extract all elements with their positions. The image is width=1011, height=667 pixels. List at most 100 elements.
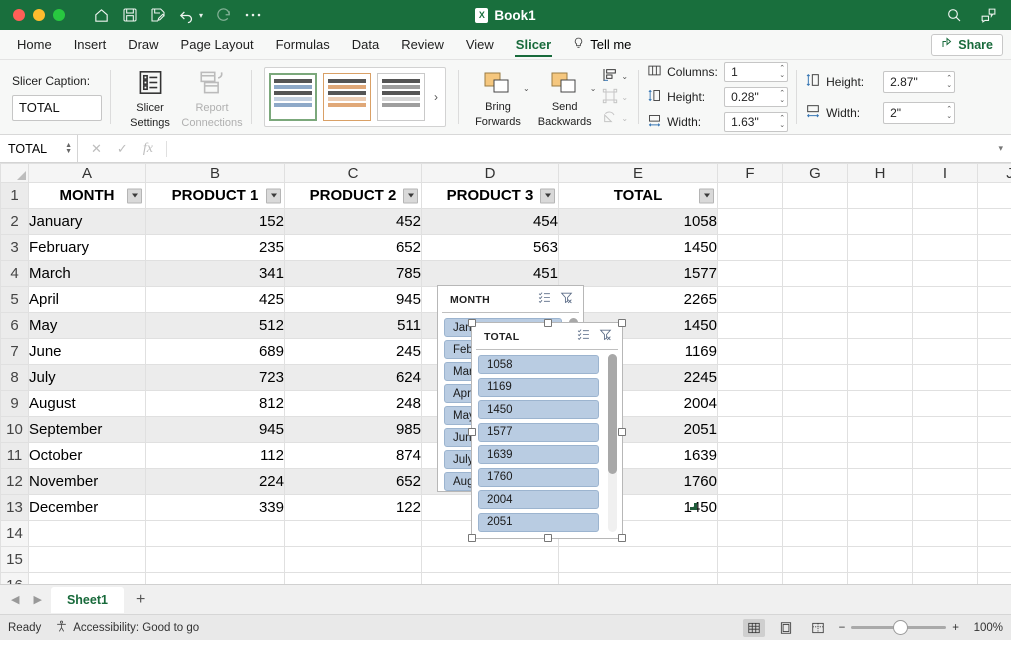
multi-select-icon[interactable] xyxy=(577,328,590,346)
columns-stepper-icon[interactable]: ⌃⌄ xyxy=(779,65,785,79)
enter-icon[interactable]: ✓ xyxy=(117,141,128,157)
cell-i6[interactable] xyxy=(913,313,978,339)
cell-i4[interactable] xyxy=(913,261,978,287)
cell-h5[interactable] xyxy=(848,287,913,313)
cell-f2[interactable] xyxy=(718,209,783,235)
row-header-16[interactable]: 16 xyxy=(1,573,29,585)
slicer-width-spinner[interactable]: 2" ⌃⌄ xyxy=(883,102,955,124)
cell-c15[interactable] xyxy=(285,547,422,573)
table-resize-handle[interactable] xyxy=(690,503,697,510)
table-row[interactable]: 3February2356525631450 xyxy=(1,235,1011,261)
cell-f13[interactable] xyxy=(718,495,783,521)
row-header-14[interactable]: 14 xyxy=(1,521,29,547)
cell-i11[interactable] xyxy=(913,443,978,469)
cell-g15[interactable] xyxy=(783,547,848,573)
column-header-a[interactable]: A xyxy=(29,164,146,183)
slicer-total[interactable]: TOTAL 1058 1169 1450 xyxy=(471,322,623,539)
cell-j4[interactable] xyxy=(978,261,1011,287)
send-backwards-dropdown-icon[interactable]: ⌄ xyxy=(590,84,597,93)
normal-view-icon[interactable] xyxy=(743,619,765,637)
cell-f3[interactable] xyxy=(718,235,783,261)
table-row[interactable]: 2January1524524541058 xyxy=(1,209,1011,235)
cell-c8[interactable]: 624 xyxy=(285,365,422,391)
cell-e2[interactable]: 1058 xyxy=(559,209,718,235)
page-break-preview-icon[interactable] xyxy=(807,619,829,637)
slicer-total-item-4[interactable]: 1639 xyxy=(478,445,599,464)
align-dropdown-icon[interactable]: ⌄ xyxy=(621,72,628,81)
cell-g9[interactable] xyxy=(783,391,848,417)
cell-j14[interactable] xyxy=(978,521,1011,547)
cell-h10[interactable] xyxy=(848,417,913,443)
column-header-h[interactable]: H xyxy=(848,164,913,183)
slicer-style-gallery[interactable]: › xyxy=(264,67,446,127)
cell-f1[interactable] xyxy=(718,183,783,209)
cell-j7[interactable] xyxy=(978,339,1011,365)
zoom-slider[interactable]: − + xyxy=(839,622,959,634)
cell-g2[interactable] xyxy=(783,209,848,235)
cell-h11[interactable] xyxy=(848,443,913,469)
cell-e15[interactable] xyxy=(559,547,718,573)
cell-a13[interactable]: December xyxy=(29,495,146,521)
cell-c12[interactable]: 652 xyxy=(285,469,422,495)
cell-a12[interactable]: November xyxy=(29,469,146,495)
cell-j2[interactable] xyxy=(978,209,1011,235)
cell-b2[interactable]: 152 xyxy=(146,209,285,235)
row-header-8[interactable]: 8 xyxy=(1,365,29,391)
share-button[interactable]: Share xyxy=(931,34,1003,56)
slicer-height-stepper-icon[interactable]: ⌃⌄ xyxy=(946,75,952,89)
column-header-j[interactable]: J xyxy=(978,164,1011,183)
tab-home[interactable]: Home xyxy=(6,30,63,59)
add-sheet-button[interactable]: + xyxy=(128,591,153,609)
cell-b5[interactable]: 425 xyxy=(146,287,285,313)
tab-insert[interactable]: Insert xyxy=(63,30,118,59)
column-header-c[interactable]: C xyxy=(285,164,422,183)
column-header-d[interactable]: D xyxy=(422,164,559,183)
row-header-7[interactable]: 7 xyxy=(1,339,29,365)
cell-d16[interactable] xyxy=(422,573,559,585)
next-sheet-icon[interactable]: ▶ xyxy=(28,593,46,606)
cell-b4[interactable]: 341 xyxy=(146,261,285,287)
cell-a14[interactable] xyxy=(29,521,146,547)
cell-d2[interactable]: 454 xyxy=(422,209,559,235)
slicer-height-spinner[interactable]: 2.87" ⌃⌄ xyxy=(883,71,955,93)
row-header-13[interactable]: 13 xyxy=(1,495,29,521)
cell-f11[interactable] xyxy=(718,443,783,469)
button-height-spinner[interactable]: 0.28" ⌃⌄ xyxy=(724,87,788,107)
cell-i7[interactable] xyxy=(913,339,978,365)
slicer-caption-input[interactable]: TOTAL xyxy=(12,95,102,121)
row-header-4[interactable]: 4 xyxy=(1,261,29,287)
cell-c10[interactable]: 985 xyxy=(285,417,422,443)
slicer-total-item-2[interactable]: 1450 xyxy=(478,400,599,419)
table-row[interactable]: 4March3417854511577 xyxy=(1,261,1011,287)
column-header-b[interactable]: B xyxy=(146,164,285,183)
formula-input[interactable] xyxy=(166,141,991,157)
cell-h9[interactable] xyxy=(848,391,913,417)
select-all-corner[interactable] xyxy=(1,164,29,183)
row-header-6[interactable]: 6 xyxy=(1,313,29,339)
cell-a15[interactable] xyxy=(29,547,146,573)
clear-filter-icon[interactable] xyxy=(560,291,573,309)
cell-c6[interactable]: 511 xyxy=(285,313,422,339)
cell-g1[interactable] xyxy=(783,183,848,209)
cell-f16[interactable] xyxy=(718,573,783,585)
cell-h4[interactable] xyxy=(848,261,913,287)
cell-j13[interactable] xyxy=(978,495,1011,521)
cell-b14[interactable] xyxy=(146,521,285,547)
cell-h16[interactable] xyxy=(848,573,913,585)
cell-j8[interactable] xyxy=(978,365,1011,391)
cell-a7[interactable]: June xyxy=(29,339,146,365)
cell-h13[interactable] xyxy=(848,495,913,521)
cell-a9[interactable]: August xyxy=(29,391,146,417)
cell-i14[interactable] xyxy=(913,521,978,547)
cell-e1[interactable]: TOTAL xyxy=(559,183,718,209)
page-layout-icon[interactable] xyxy=(775,619,797,637)
comments-icon[interactable] xyxy=(980,7,997,24)
cell-a1[interactable]: MONTH xyxy=(29,183,146,209)
tab-draw[interactable]: Draw xyxy=(117,30,169,59)
cell-g4[interactable] xyxy=(783,261,848,287)
cell-b12[interactable]: 224 xyxy=(146,469,285,495)
cell-a11[interactable]: October xyxy=(29,443,146,469)
cell-b16[interactable] xyxy=(146,573,285,585)
cell-e16[interactable] xyxy=(559,573,718,585)
cell-i1[interactable] xyxy=(913,183,978,209)
